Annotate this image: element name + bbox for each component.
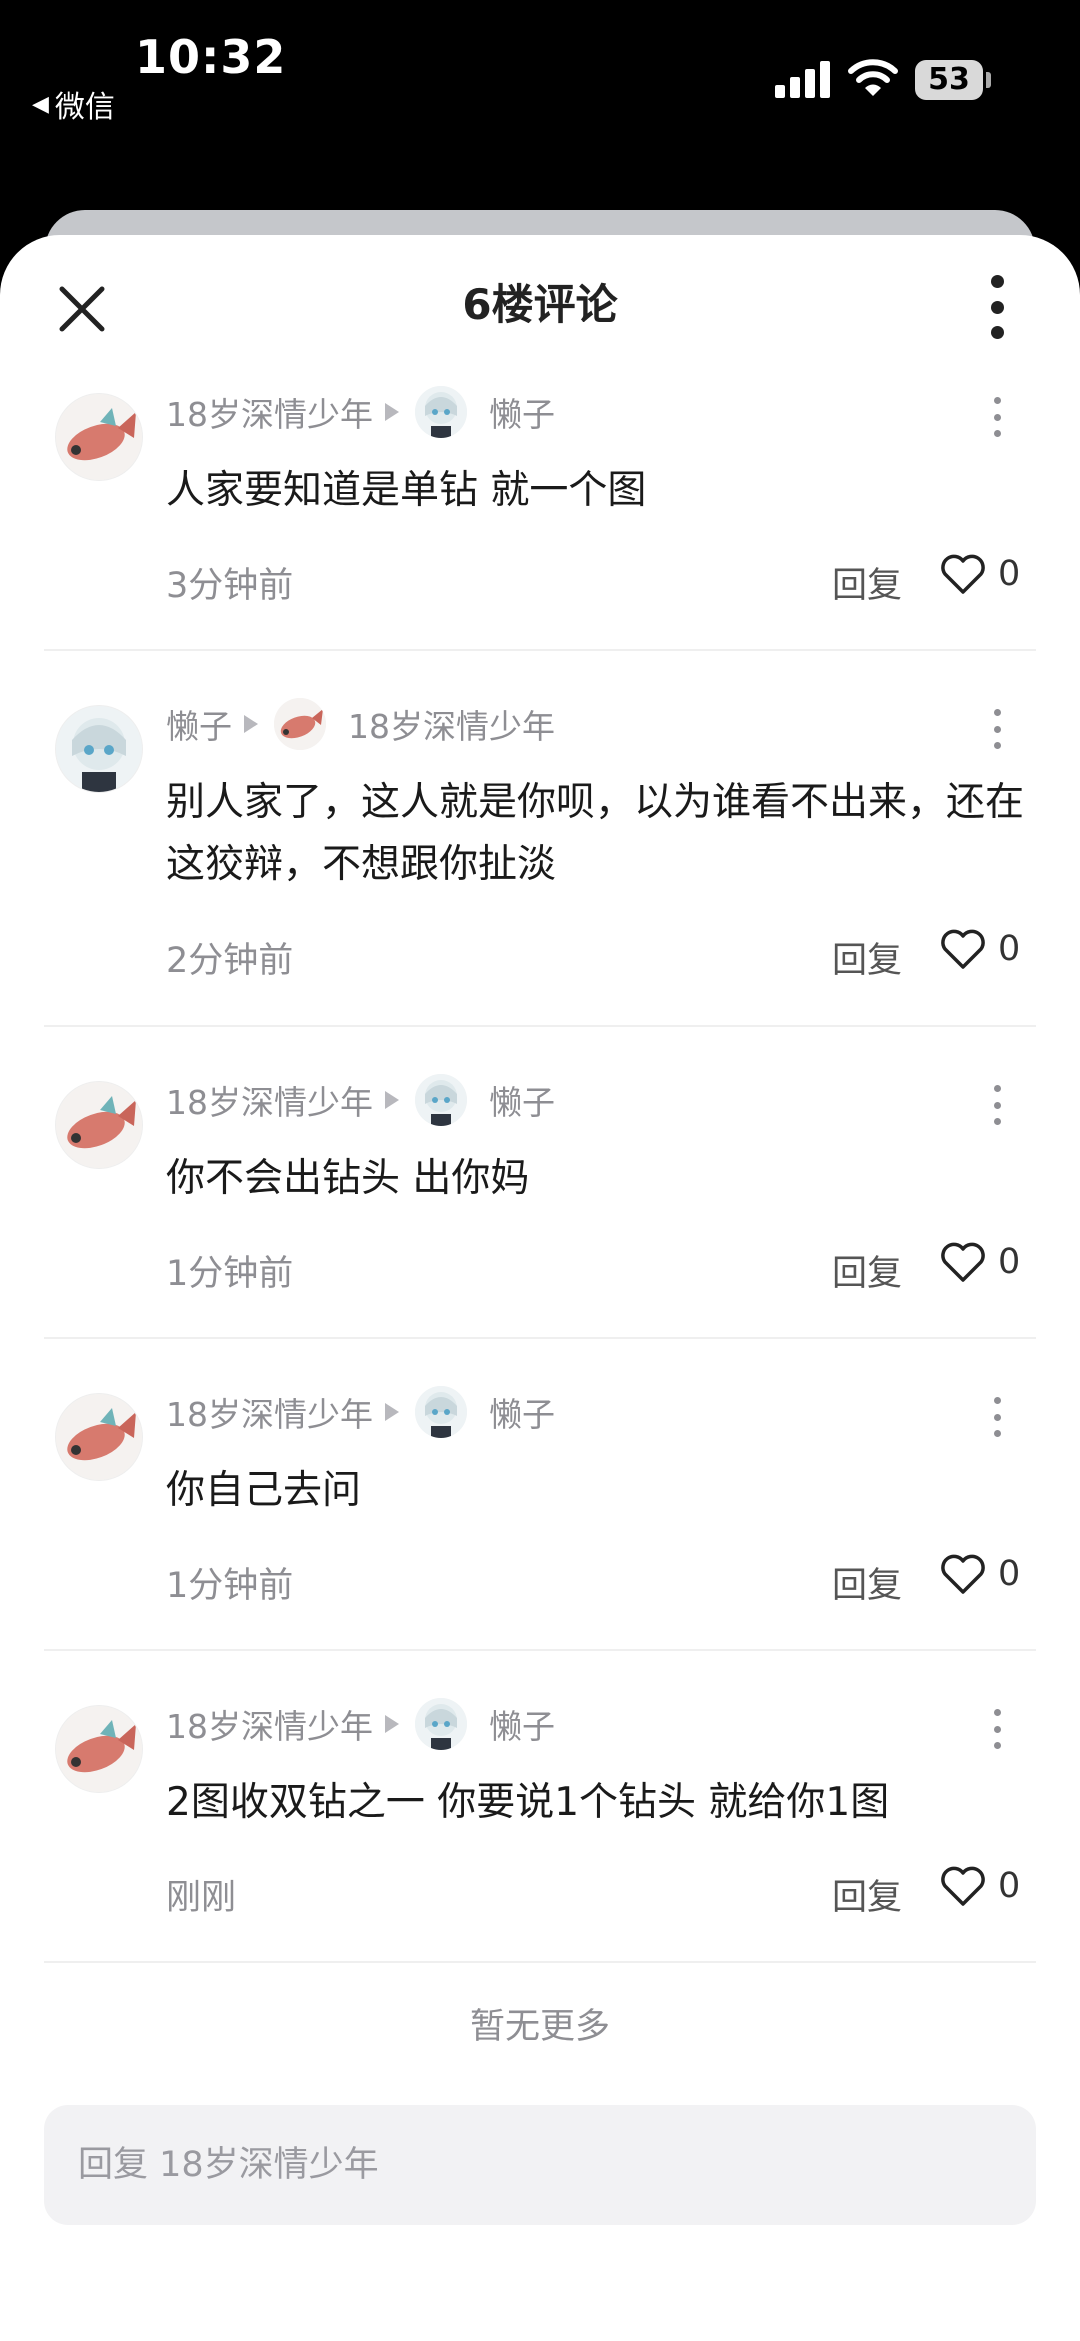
reply-button[interactable]: 回复 (832, 932, 902, 983)
reply-arrow-icon (385, 1403, 399, 1421)
anime-avatar[interactable] (415, 386, 467, 438)
author-name[interactable]: 18岁深情少年 (166, 1076, 373, 1124)
status-bar: 10:32 ◀ 微信 53 (0, 0, 1080, 200)
comment-more-icon[interactable] (990, 1085, 1004, 1125)
author-name[interactable]: 18岁深情少年 (166, 388, 373, 436)
reply-button[interactable]: 回复 (832, 1245, 902, 1296)
divider (44, 649, 1036, 651)
like-count: 0 (998, 1866, 1021, 1906)
divider (44, 1025, 1036, 1027)
heart-icon (941, 1866, 985, 1906)
divider (44, 1649, 1036, 1651)
anime-avatar[interactable] (415, 1074, 467, 1126)
comment-more-icon[interactable] (990, 709, 1004, 749)
comment-text: 人家要知道是单钻 就一个图 (166, 468, 647, 513)
reply-arrow-icon (244, 715, 258, 733)
reply-arrow-icon (385, 403, 399, 421)
heart-icon (941, 929, 985, 969)
comment-time: 1分钟前 (166, 1254, 294, 1294)
reply-to-name[interactable]: 懒子 (489, 1388, 555, 1436)
back-app-label: 微信 (54, 90, 115, 125)
reply-button[interactable]: 回复 (832, 1869, 902, 1920)
like-count: 0 (998, 1554, 1021, 1594)
battery-tip (986, 72, 991, 88)
comment-time: 刚刚 (166, 1878, 237, 1918)
reply-to-name[interactable]: 18岁深情少年 (348, 700, 555, 748)
heart-icon (941, 1242, 985, 1282)
comment-time: 1分钟前 (166, 1566, 294, 1606)
comment-text: 你不会出钻头 出你妈 (166, 1156, 530, 1201)
comment-meta: 18岁深情少年 懒子 (166, 1074, 555, 1126)
like-button[interactable]: 0 (940, 1553, 1020, 1595)
heart-icon (941, 554, 985, 594)
reply-button[interactable]: 回复 (832, 1557, 902, 1608)
comment-more-icon[interactable] (990, 397, 1004, 437)
fish-avatar[interactable] (55, 1081, 143, 1169)
fish-avatar[interactable] (55, 1705, 143, 1793)
author-name[interactable]: 18岁深情少年 (166, 1700, 373, 1748)
anime-avatar[interactable] (415, 1386, 467, 1438)
fish-avatar[interactable] (274, 698, 326, 750)
reply-arrow-icon (385, 1091, 399, 1109)
reply-to-name[interactable]: 懒子 (489, 1076, 555, 1124)
fish-avatar[interactable] (55, 393, 143, 481)
reply-arrow-icon (385, 1715, 399, 1733)
heart-icon (941, 1554, 985, 1594)
author-name[interactable]: 懒子 (166, 700, 232, 748)
comment-text: 你自己去问 (166, 1468, 362, 1513)
divider (44, 1337, 1036, 1339)
reply-input[interactable]: 回复 18岁深情少年 (44, 2105, 1036, 2225)
back-triangle-icon: ◀ (32, 91, 49, 117)
page-title: 6楼评论 (462, 280, 618, 329)
like-count: 0 (998, 929, 1021, 969)
battery-icon: 53 (915, 60, 983, 100)
comment-meta: 18岁深情少年 懒子 (166, 386, 555, 438)
like-count: 0 (998, 1242, 1021, 1282)
wifi-icon (848, 59, 898, 96)
reply-to-name[interactable]: 懒子 (489, 388, 555, 436)
comment-text: 2图收双钻之一 你要说1个钻头 就给你1图 (166, 1780, 890, 1825)
comment-sheet: 6楼评论 18岁深情少年 懒子 人家要知道是单钻 就一个图 3分钟前 回复 0 (0, 235, 1080, 2341)
author-name[interactable]: 18岁深情少年 (166, 1388, 373, 1436)
back-to-app-button[interactable]: ◀ 微信 (32, 82, 115, 126)
reply-to-name[interactable]: 懒子 (489, 1700, 555, 1748)
comment-text: 别人家了，这人就是你呗，以为谁看不出来，还在这狡辩，不想跟你扯淡 (166, 780, 1025, 887)
comment-time: 2分钟前 (166, 941, 294, 981)
anime-avatar[interactable] (55, 705, 143, 793)
comment-meta: 18岁深情少年 懒子 (166, 1386, 555, 1438)
comment-time: 3分钟前 (166, 566, 294, 606)
fish-avatar[interactable] (55, 1393, 143, 1481)
reply-button[interactable]: 回复 (832, 557, 902, 608)
divider (44, 1961, 1036, 1963)
comment-meta: 18岁深情少年 懒子 (166, 1698, 555, 1750)
like-button[interactable]: 0 (940, 928, 1020, 970)
no-more-label: 暂无更多 (469, 2007, 610, 2047)
like-count: 0 (998, 554, 1021, 594)
like-button[interactable]: 0 (940, 553, 1020, 595)
status-time: 10:32 (135, 30, 287, 84)
anime-avatar[interactable] (415, 1698, 467, 1750)
cellular-signal-icon (775, 60, 831, 98)
like-button[interactable]: 0 (940, 1241, 1020, 1283)
comment-meta: 懒子 18岁深情少年 (166, 698, 555, 750)
comment-more-icon[interactable] (990, 1397, 1004, 1437)
more-options-icon[interactable] (982, 275, 1012, 339)
comment-more-icon[interactable] (990, 1709, 1004, 1749)
sheet-header: 6楼评论 (0, 235, 1080, 375)
like-button[interactable]: 0 (940, 1865, 1020, 1907)
